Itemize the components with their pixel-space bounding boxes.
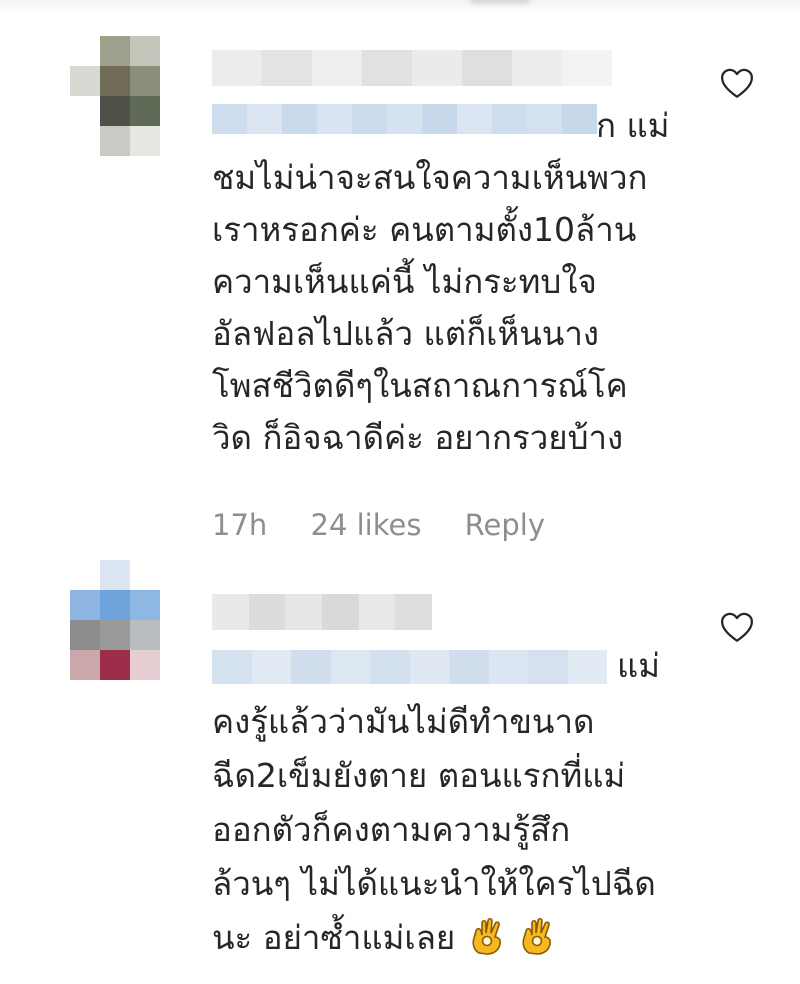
username-blurred[interactable] — [212, 50, 612, 86]
heart-outline-icon[interactable] — [720, 68, 754, 100]
comment-meta: 17h 24 likes Reply — [212, 508, 579, 542]
ok-hand-emoji — [522, 917, 552, 955]
comment-text-line: ล้วนๆ ไม่ได้แนะนำให้ใครไปฉีด — [212, 864, 656, 903]
comment-text-line: ความเห็นแค่นี้ ไม่กระทบใจ — [212, 262, 597, 301]
comment-2: แม่ คงรู้แล้วว่ามันไม่ดีทำขนาด ฉีด2เข็มย… — [0, 560, 800, 984]
mention-blurred[interactable] — [212, 104, 597, 134]
mention-suffix: แม่ — [617, 646, 661, 685]
comment-text-line: วิด ก็อิจฉาดีค่ะ อยากรวยบ้าง — [212, 418, 624, 457]
comment-text-line: ฉีด2เข็มยังตาย ตอนแรกที่แม่ — [212, 756, 626, 795]
mention-suffix: ก แม่ — [596, 106, 670, 145]
timestamp: 17h — [212, 508, 268, 542]
comment-text-line: อัลฟอลไปแล้ว แต่ก็เห็นนาง — [212, 314, 599, 353]
heart-outline-icon[interactable] — [720, 612, 754, 644]
comment-text-line-last: นะ อย่าซ้ำแม่เลย — [212, 912, 556, 964]
comment-text-line: คงรู้แล้วว่ามันไม่ดีทำขนาด — [212, 702, 595, 741]
avatar-blur-extra — [70, 126, 160, 156]
likes-count[interactable]: 24 likes — [311, 508, 422, 542]
username-blurred[interactable] — [212, 594, 433, 630]
comment-1: ก แม่ ชมไม่น่าจะสนใจความเห็นพวก เราหรอกค… — [0, 0, 800, 560]
ok-hand-emoji — [472, 917, 501, 955]
avatar-blur-extra — [70, 650, 160, 680]
comment-text-line: ออกตัวก็คงตามความรู้สึก — [212, 810, 571, 849]
avatar[interactable] — [70, 36, 160, 126]
comment-text: นะ อย่าซ้ำแม่เลย — [212, 918, 456, 957]
comment-text-line: โพสชีวิตดีๆในสถาณการณ์โค — [212, 366, 628, 405]
avatar[interactable] — [70, 560, 160, 650]
comment-text-line: ชมไม่น่าจะสนใจความเห็นพวก — [212, 158, 648, 197]
comment-text-line: เราหรอกค่ะ คนตามตั้ง10ล้าน — [212, 210, 637, 249]
mention-blurred[interactable] — [212, 650, 607, 684]
reply-button[interactable]: Reply — [465, 508, 545, 542]
